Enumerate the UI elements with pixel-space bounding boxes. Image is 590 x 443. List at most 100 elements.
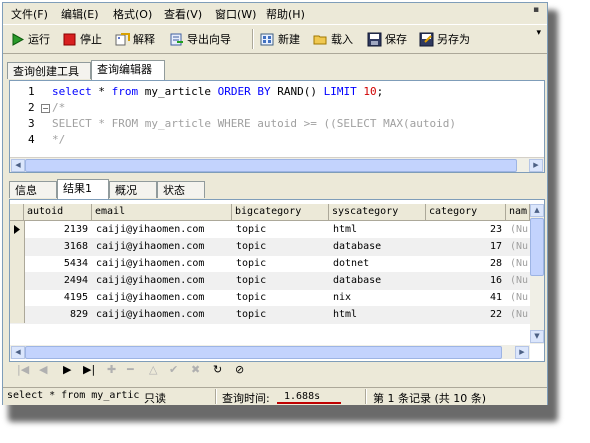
cell-nam[interactable]: (Nu	[510, 306, 530, 323]
row-indicator[interactable]	[10, 289, 25, 306]
row-indicator[interactable]	[10, 255, 25, 272]
cell-syscategory[interactable]: html	[333, 221, 426, 238]
column-header[interactable]: email	[92, 204, 232, 220]
next-record-icon[interactable]: ▶	[63, 363, 71, 376]
grid-vertical-scrollbar[interactable]: ▲ ▼	[530, 204, 544, 344]
cell-email[interactable]: caiji@yihaomen.com	[96, 221, 232, 238]
table-row[interactable]: 5434 caiji@yihaomen.com topic dotnet 28 (Nu	[10, 255, 530, 273]
edit-record-icon[interactable]: △	[149, 363, 157, 376]
column-header[interactable]: autoid	[24, 204, 92, 220]
cell-bigcategory[interactable]: topic	[236, 289, 329, 306]
scroll-down-icon[interactable]: ▼	[530, 330, 544, 343]
cell-autoid[interactable]: 829	[24, 306, 88, 323]
cell-autoid[interactable]: 2139	[24, 221, 88, 238]
first-record-icon[interactable]: |◀	[17, 363, 29, 376]
fold-collapse-icon[interactable]: −	[41, 104, 50, 113]
cell-bigcategory[interactable]: topic	[236, 255, 329, 272]
table-row[interactable]: 2494 caiji@yihaomen.com topic database 16 (Nu	[10, 272, 530, 290]
cell-category[interactable]: 22	[426, 306, 502, 323]
cell-email[interactable]: caiji@yihaomen.com	[96, 289, 232, 306]
cell-category[interactable]: 17	[426, 238, 502, 255]
menu-help[interactable]: 帮助(H)	[266, 6, 305, 22]
cell-nam[interactable]: (Nu	[510, 238, 530, 255]
tab-status[interactable]: 状态	[157, 181, 205, 198]
cell-email[interactable]: caiji@yihaomen.com	[96, 255, 232, 272]
table-row[interactable]: 3168 caiji@yihaomen.com topic database 17 (Nu	[10, 238, 530, 256]
scroll-thumb[interactable]	[25, 159, 517, 172]
scroll-left-icon[interactable]: ◀	[11, 159, 25, 172]
table-row[interactable]: 4195 caiji@yihaomen.com topic nix 41 (Nu	[10, 289, 530, 307]
save-button[interactable]: 保存	[367, 30, 407, 48]
cell-bigcategory[interactable]: topic	[236, 221, 329, 238]
editor-horizontal-scrollbar[interactable]: ◀ ▶	[10, 157, 544, 172]
cell-category[interactable]: 23	[426, 221, 502, 238]
cell-category[interactable]: 28	[426, 255, 502, 272]
toolbar-overflow-icon[interactable]: ▾	[536, 28, 541, 38]
cell-autoid[interactable]: 4195	[24, 289, 88, 306]
cell-category[interactable]: 16	[426, 272, 502, 289]
tab-query-editor[interactable]: 查询编辑器	[91, 60, 165, 80]
explain-button[interactable]: 解释	[115, 30, 155, 48]
cell-syscategory[interactable]: nix	[333, 289, 426, 306]
column-header[interactable]: bigcategory	[232, 204, 329, 220]
column-header[interactable]: syscategory	[329, 204, 426, 220]
scroll-up-icon[interactable]: ▲	[530, 204, 544, 217]
add-record-icon[interactable]: ✚	[107, 363, 116, 376]
menu-format[interactable]: 格式(O)	[113, 6, 152, 22]
menu-view[interactable]: 查看(V)	[164, 6, 202, 22]
cell-syscategory[interactable]: database	[333, 238, 426, 255]
cell-syscategory[interactable]: database	[333, 272, 426, 289]
cell-bigcategory[interactable]: topic	[236, 238, 329, 255]
scroll-thumb[interactable]	[530, 218, 544, 276]
load-button[interactable]: 载入	[313, 30, 353, 48]
new-button[interactable]: 新建	[260, 30, 300, 48]
cell-bigcategory[interactable]: topic	[236, 306, 329, 323]
row-indicator[interactable]	[10, 272, 25, 289]
cell-autoid[interactable]: 3168	[24, 238, 88, 255]
stop-button[interactable]: 停止	[62, 30, 102, 48]
cancel-changes-icon[interactable]: ✖	[191, 363, 200, 376]
menu-edit[interactable]: 编辑(E)	[61, 6, 99, 22]
cell-category[interactable]: 41	[426, 289, 502, 306]
cell-nam[interactable]: (Nu	[510, 272, 530, 289]
cell-email[interactable]: caiji@yihaomen.com	[96, 306, 232, 323]
scroll-right-icon[interactable]: ▶	[529, 159, 543, 172]
cell-nam[interactable]: (Nu	[510, 221, 530, 238]
current-row-arrow-icon[interactable]	[10, 221, 25, 238]
prev-record-icon[interactable]: ◀	[39, 363, 47, 376]
scroll-right-icon[interactable]: ▶	[515, 346, 529, 359]
tab-query-builder[interactable]: 查询创建工具	[7, 62, 91, 79]
column-header[interactable]: category	[426, 204, 506, 220]
cell-email[interactable]: caiji@yihaomen.com	[96, 238, 232, 255]
table-row[interactable]: 829 caiji@yihaomen.com topic html 22 (Nu	[10, 306, 530, 324]
scroll-thumb[interactable]	[25, 346, 502, 359]
run-button[interactable]: 运行	[10, 30, 50, 48]
cell-autoid[interactable]: 2494	[24, 272, 88, 289]
refresh-icon[interactable]: ↻	[213, 363, 222, 376]
scroll-left-icon[interactable]: ◀	[11, 346, 25, 359]
export-wizard-button[interactable]: 导出向导	[169, 30, 231, 48]
tab-result1[interactable]: 结果1	[57, 179, 109, 199]
sql-editor[interactable]: 1 2 − 3 4 select * from my_article ORDER…	[9, 80, 545, 173]
delete-record-icon[interactable]: ━	[127, 363, 134, 376]
column-header[interactable]: nam	[506, 204, 530, 220]
cell-email[interactable]: caiji@yihaomen.com	[96, 272, 232, 289]
row-indicator[interactable]	[10, 238, 25, 255]
table-row[interactable]: 2139 caiji@yihaomen.com topic html 23 (Nu	[10, 221, 530, 239]
apply-changes-icon[interactable]: ✔	[169, 363, 178, 376]
last-record-icon[interactable]: ▶|	[83, 363, 95, 376]
cell-autoid[interactable]: 5434	[24, 255, 88, 272]
menu-file[interactable]: 文件(F)	[11, 6, 48, 22]
tab-overview[interactable]: 概况	[109, 181, 157, 198]
stop-refresh-icon[interactable]: ⊘	[235, 363, 244, 376]
row-indicator[interactable]	[10, 306, 25, 323]
menu-window[interactable]: 窗口(W)	[215, 6, 256, 22]
tab-info[interactable]: 信息	[9, 181, 57, 198]
grid-horizontal-scrollbar[interactable]: ◀ ▶	[10, 345, 530, 359]
cell-nam[interactable]: (Nu	[510, 255, 530, 272]
save-as-button[interactable]: 另存为	[419, 30, 470, 48]
cell-syscategory[interactable]: dotnet	[333, 255, 426, 272]
cell-syscategory[interactable]: html	[333, 306, 426, 323]
cell-bigcategory[interactable]: topic	[236, 272, 329, 289]
cell-nam[interactable]: (Nu	[510, 289, 530, 306]
